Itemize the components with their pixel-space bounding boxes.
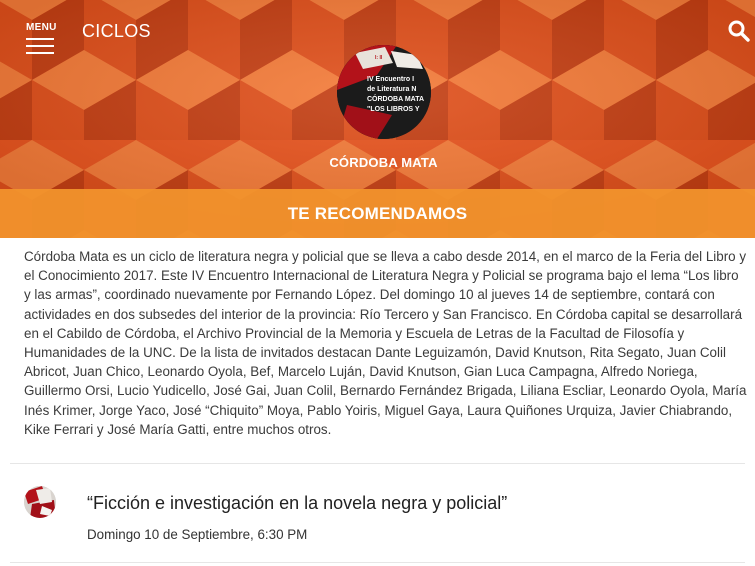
avatar-line-4: "LOS LIBROS Y xyxy=(367,106,420,113)
avatar-line-1: IV Encuentro I xyxy=(367,76,414,83)
section-title[interactable]: CICLOS xyxy=(82,21,151,42)
cycle-avatar[interactable]: I: II IV Encuentro I de Literatura N CÓR… xyxy=(337,45,431,139)
search-icon xyxy=(728,20,750,42)
event-thumbnail xyxy=(24,486,56,518)
divider xyxy=(10,562,745,563)
event-poster-image xyxy=(24,486,56,518)
cycle-description: Córdoba Mata es un ciclo de literatura n… xyxy=(24,247,748,439)
menu-button[interactable]: MENU xyxy=(26,22,56,54)
hero-banner: MENU CICLOS I: II IV Encuentro I de Lite… xyxy=(0,0,755,238)
cycle-poster-image: I: II IV Encuentro I de Literatura N CÓR… xyxy=(337,45,431,139)
recommend-bar: TE RECOMENDAMOS xyxy=(0,189,755,238)
event-item[interactable]: “Ficción e investigación en la novela ne… xyxy=(0,476,755,562)
search-button[interactable] xyxy=(728,20,750,42)
menu-label: MENU xyxy=(26,22,57,33)
description-text: Córdoba Mata es un ciclo de literatura n… xyxy=(24,249,747,437)
divider xyxy=(10,463,745,464)
avatar-line-3: CÓRDOBA MATA xyxy=(367,94,424,103)
event-title[interactable]: “Ficción e investigación en la novela ne… xyxy=(87,493,507,514)
cycle-name: CÓRDOBA MATA xyxy=(329,155,438,170)
hamburger-icon xyxy=(26,38,54,59)
svg-text:I: II: I: II xyxy=(375,55,383,61)
recommend-label: TE RECOMENDAMOS xyxy=(287,203,468,223)
event-date: Domingo 10 de Septiembre, 6:30 PM xyxy=(87,527,308,542)
avatar-line-2: de Literatura N xyxy=(367,86,416,93)
